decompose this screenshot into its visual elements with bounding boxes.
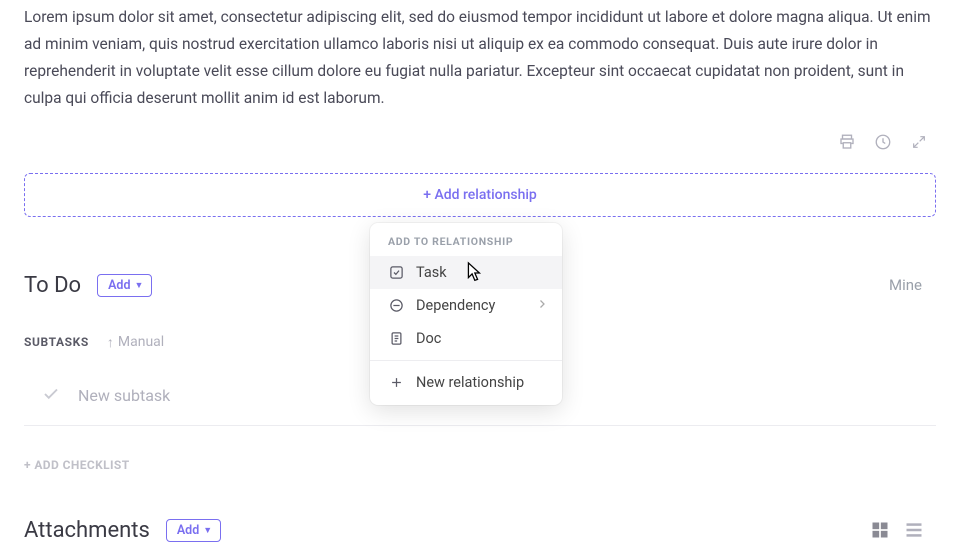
dropdown-divider [370,360,562,361]
dropdown-item-label: New relationship [416,374,524,391]
attachments-add-button[interactable]: Add ▼ [166,519,221,542]
view-toggles [870,520,936,540]
plus-icon [388,374,404,390]
dependency-icon [388,297,404,313]
dropdown-item-task[interactable]: Task [370,256,562,289]
dropdown-item-dependency[interactable]: Dependency [370,289,562,322]
add-label: Add [177,523,199,538]
sort-label: Manual [118,334,164,350]
history-icon[interactable] [874,133,892,151]
chevron-right-icon [536,297,548,314]
action-icons-row [24,127,936,161]
relationship-dropdown: ADD TO RELATIONSHIP Task Dependency Doc [370,223,562,405]
dropdown-item-new-relationship[interactable]: New relationship [370,366,562,399]
attachments-title: Attachments [24,518,150,543]
todo-add-button[interactable]: Add ▼ [97,274,152,297]
add-checklist-button[interactable]: + ADD CHECKLIST [24,458,936,472]
attachments-section-row: Attachments Add ▼ [24,518,936,543]
todo-title: To Do [24,273,81,298]
dropdown-item-doc[interactable]: Doc [370,322,562,355]
task-description: Lorem ipsum dolor sit amet, consectetur … [24,0,936,127]
mine-filter[interactable]: Mine [889,276,936,294]
sort-arrow-icon: ↑ [107,334,114,351]
expand-icon[interactable] [910,133,928,151]
dropdown-item-label: Doc [416,330,441,347]
grid-view-icon[interactable] [870,520,890,540]
add-relationship-button[interactable]: + Add relationship [24,173,936,217]
dropdown-header: ADD TO RELATIONSHIP [370,235,562,256]
chevron-down-icon: ▼ [134,280,143,291]
dropdown-item-label: Task [416,264,447,281]
list-view-icon[interactable] [904,520,924,540]
add-label: Add [108,278,130,293]
doc-icon [388,330,404,346]
check-icon [42,385,60,407]
dropdown-item-label: Dependency [416,297,495,314]
print-icon[interactable] [838,133,856,151]
subtasks-label: SUBTASKS [24,335,89,349]
subtask-placeholder: New subtask [78,386,170,405]
sort-manual[interactable]: ↑ Manual [107,334,164,351]
task-checkbox-icon [388,264,404,280]
